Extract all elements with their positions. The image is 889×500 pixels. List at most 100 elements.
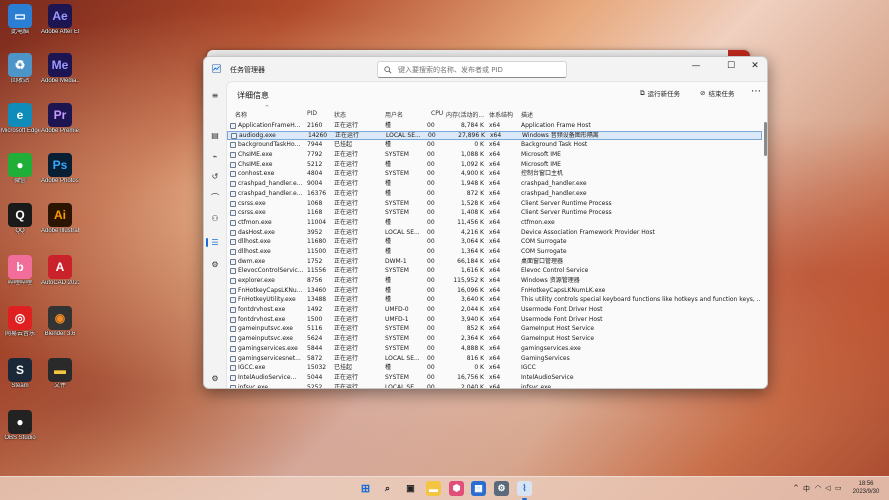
process-pid: 2160 bbox=[307, 122, 323, 129]
task-manager-taskbar-icon[interactable]: ⌇ bbox=[517, 481, 532, 496]
process-cpu: 00 bbox=[427, 189, 435, 197]
table-row[interactable]: ApplicationFrameH... 2160 正在运行 槿 00 8,784 K x6… bbox=[227, 121, 762, 131]
table-row[interactable]: gameinputsvc.exe 5116 正在运行 SYSTEM 00 852 K x64… bbox=[227, 324, 762, 334]
desktop-icon[interactable]: ● OBS Studio bbox=[1, 410, 39, 442]
process-arch: x64 bbox=[489, 160, 501, 168]
table-row[interactable]: gameinputsvc.exe 5624 正在运行 SYSTEM 00 2,364 K x… bbox=[227, 334, 762, 344]
process-user: 槿 bbox=[385, 218, 392, 226]
table-row[interactable]: gamingservicesnet... 5872 正在运行 LOCAL SE... 0… bbox=[227, 354, 762, 364]
desktop-icon[interactable]: ◎ 网易云音乐 bbox=[1, 306, 39, 338]
column-header-memory[interactable]: 内存(活动的... bbox=[446, 110, 484, 119]
table-row[interactable]: fontdrvhost.exe 1492 正在运行 UMFD-0 00 2,044 K x6… bbox=[227, 305, 762, 315]
table-row[interactable]: dwm.exe 1752 正在运行 DWM-1 00 66,184 K x64 桌面窗口管理器 bbox=[227, 257, 762, 267]
table-row[interactable]: crashpad_handler.e... 9004 正在运行 槿 00 1,948 K x… bbox=[227, 179, 762, 189]
settings-taskbar-icon[interactable]: ⚙ bbox=[494, 481, 509, 496]
desktop-icon[interactable]: b 哔哩哔哩 bbox=[1, 255, 39, 287]
column-header-arch[interactable]: 体系结构 bbox=[489, 110, 513, 119]
table-row[interactable]: ctfmon.exe 11004 正在运行 槿 00 11,456 K x64 ctfmon.… bbox=[227, 218, 762, 228]
title-bar[interactable]: 任务管理器 — ☐ ✕ bbox=[204, 57, 767, 81]
app-hex-icon[interactable]: ⬢ bbox=[449, 481, 464, 496]
process-name: IGCC.exe bbox=[238, 364, 266, 372]
table-row[interactable]: FnHotkeyUtility.exe 13488 正在运行 槿 00 3,640 K x6… bbox=[227, 295, 762, 305]
process-cpu: 00 bbox=[427, 141, 435, 149]
vertical-scrollbar[interactable] bbox=[764, 120, 767, 388]
desktop-icon[interactable]: ▭ 此电脑 bbox=[1, 4, 39, 36]
store-icon[interactable]: ▦ bbox=[471, 481, 486, 496]
table-row[interactable]: fontdrvhost.exe 1500 正在运行 UMFD-1 00 3,940 K x6… bbox=[227, 315, 762, 325]
run-task-icon: ⧉ bbox=[640, 88, 645, 97]
run-new-task-button[interactable]: ⧉ 运行新任务 bbox=[640, 88, 680, 99]
desktop-icon[interactable]: ◉ Blender 3.6 bbox=[41, 306, 79, 338]
hamburger-menu-icon[interactable]: ≡ bbox=[209, 89, 221, 101]
desktop-icon[interactable]: e Microsoft Edge bbox=[1, 103, 39, 135]
table-row[interactable]: ChsIME.exe 7792 正在运行 SYSTEM 00 1,088 K x64 Micr… bbox=[227, 150, 762, 160]
end-task-button[interactable]: ⊘ 结束任务 bbox=[700, 88, 734, 98]
table-row[interactable]: ElevocControlServic... 11556 正在运行 SYSTEM 00 1… bbox=[227, 266, 762, 276]
table-row[interactable]: ChsIME.exe 5212 正在运行 槿 00 1,092 K x64 Microsoft… bbox=[227, 160, 762, 170]
desktop-icon[interactable]: PsAdobe Photosho... bbox=[41, 153, 79, 185]
desktop-icon[interactable]: ● 微信 bbox=[1, 153, 39, 185]
desktop-icon[interactable]: S Steam bbox=[1, 358, 39, 390]
users-icon[interactable]: ⚇ bbox=[209, 212, 221, 224]
startup-apps-icon[interactable]: ⌒ bbox=[209, 191, 221, 203]
details-icon[interactable]: ☰ bbox=[209, 236, 221, 248]
column-header-pid[interactable]: PID bbox=[307, 110, 317, 117]
process-pid: 1752 bbox=[307, 257, 323, 265]
file-explorer-icon[interactable]: ▬ bbox=[426, 481, 441, 496]
desktop-icon[interactable]: ▬ 文件 bbox=[41, 358, 79, 390]
search-input[interactable] bbox=[398, 64, 563, 76]
desktop-icon[interactable]: AiAdobe Illustrat... bbox=[41, 203, 79, 235]
services-icon[interactable]: ⚙ bbox=[209, 258, 221, 270]
app-history-icon[interactable]: ↺ bbox=[209, 170, 221, 182]
column-header-cpu[interactable]: CPU bbox=[431, 110, 443, 117]
desktop-icon[interactable]: ♻ 回收站 bbox=[1, 53, 39, 85]
search-box[interactable] bbox=[377, 61, 567, 78]
scrollbar-thumb[interactable] bbox=[764, 122, 767, 156]
input-language-icon[interactable]: 中 bbox=[803, 484, 810, 494]
clock[interactable]: 18:56 2023/9/30 bbox=[846, 480, 886, 496]
performance-icon[interactable]: ⌁ bbox=[209, 150, 221, 162]
table-row-selected[interactable]: audiodg.exe 14260 正在运行 LOCAL SE... 00 27,896 … bbox=[227, 130, 762, 141]
table-row[interactable]: IntelAudioService... 5044 正在运行 SYSTEM 00 16,7… bbox=[227, 373, 762, 383]
process-icon bbox=[230, 268, 236, 275]
table-row[interactable]: csrss.exe 1068 正在运行 SYSTEM 00 1,528 K x64 Clien… bbox=[227, 199, 762, 209]
process-arch: x64 bbox=[489, 315, 501, 323]
tray-overflow-icon[interactable]: ^ bbox=[793, 484, 799, 492]
search-taskbar-icon[interactable]: ⌕ bbox=[380, 481, 395, 496]
table-row[interactable]: backgroundTaskHo... 7944 已挂起 槿 00 0 K x64 Backg… bbox=[227, 140, 762, 150]
close-button[interactable]: ✕ bbox=[744, 59, 766, 73]
table-row[interactable]: dllhost.exe 11680 正在运行 槿 00 3,064 K x64 COM Sur… bbox=[227, 237, 762, 247]
column-header-user[interactable]: 用户名 bbox=[385, 110, 403, 119]
desktop-icon[interactable]: Q QQ bbox=[1, 203, 39, 235]
table-row[interactable]: ipfsvc.exe 5252 正在运行 LOCAL SE... 00 2,040 K x6… bbox=[227, 383, 762, 388]
table-row[interactable]: crashpad_handler.e... 16376 正在运行 槿 00 872 K x6… bbox=[227, 189, 762, 199]
desktop-icon[interactable]: AeAdobe After Effects 2023 bbox=[41, 4, 79, 36]
table-row[interactable]: dllhost.exe 11500 正在运行 槿 00 1,364 K x64 COM Sur… bbox=[227, 247, 762, 257]
process-user: SYSTEM bbox=[385, 170, 409, 178]
table-row[interactable]: dasHost.exe 3952 正在运行 LOCAL SE... 00 4,216 K x… bbox=[227, 228, 762, 238]
column-header-status[interactable]: 状态 bbox=[334, 110, 346, 119]
desktop-icon[interactable]: PrAdobe Premiere P... bbox=[41, 103, 79, 135]
table-row[interactable]: gamingservices.exe 5844 正在运行 SYSTEM 00 4,888 … bbox=[227, 344, 762, 354]
wifi-icon[interactable]: ◠ bbox=[815, 484, 821, 492]
task-view-icon[interactable]: ▣ bbox=[403, 481, 418, 496]
volume-icon[interactable]: ◁ bbox=[825, 484, 830, 492]
table-row[interactable]: conhost.exe 4804 正在运行 SYSTEM 00 4,900 K x64 控制台… bbox=[227, 169, 762, 179]
settings-gear-icon[interactable]: ⚙ bbox=[209, 372, 221, 384]
table-row[interactable]: csrss.exe 1168 正在运行 SYSTEM 00 1,408 K x64 Clien… bbox=[227, 208, 762, 218]
more-options-button[interactable]: ⋯ bbox=[751, 86, 761, 97]
table-row[interactable]: explorer.exe 8756 正在运行 槿 00 115,952 K x64 Windo… bbox=[227, 276, 762, 286]
process-description: ctfmon.exe bbox=[521, 218, 555, 226]
start-button-windows-icon[interactable]: ⊞ bbox=[358, 481, 373, 496]
processes-icon[interactable]: ▤ bbox=[209, 129, 221, 141]
minimize-button[interactable]: — bbox=[685, 59, 707, 73]
table-row[interactable]: IGCC.exe 15032 已挂起 槿 00 0 K x64 IGCC bbox=[227, 363, 762, 373]
battery-icon[interactable]: ▭ bbox=[835, 484, 842, 492]
desktop-icon[interactable]: A AutoCAD 2023 bbox=[41, 255, 79, 287]
process-description: GamingServices bbox=[521, 354, 570, 362]
column-header-name[interactable]: 名称 bbox=[235, 110, 247, 119]
desktop-icon[interactable]: Me Adobe Media... bbox=[41, 53, 79, 85]
column-header-description[interactable]: 描述 bbox=[521, 110, 533, 119]
table-row[interactable]: FnHotkeyCapsLKNu... 13460 正在运行 槿 00 16,096 K x… bbox=[227, 286, 762, 296]
maximize-button[interactable]: ☐ bbox=[720, 59, 742, 73]
